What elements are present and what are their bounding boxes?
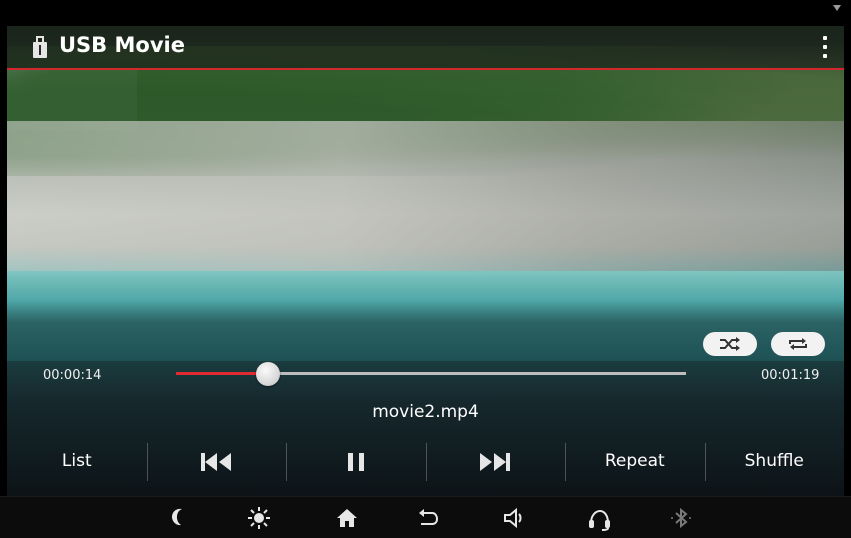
bluetooth-icon [671, 507, 691, 529]
skip-previous-icon [201, 453, 232, 471]
now-playing-filename: movie2.mp4 [372, 402, 479, 422]
playback-controls: List Repeat Shuffle [7, 435, 844, 492]
pause-icon [347, 453, 364, 471]
back-button[interactable] [415, 505, 441, 531]
video-cliff [7, 121, 844, 276]
seek-bar-thumb[interactable] [255, 362, 280, 386]
title-bar: USB Movie [7, 26, 844, 70]
overflow-menu-icon[interactable] [820, 35, 830, 61]
list-button[interactable]: List [7, 435, 147, 492]
repeat-icon [789, 338, 807, 350]
repeat-button[interactable]: Repeat [565, 435, 705, 492]
back-icon [419, 509, 439, 525]
shuffle-button[interactable]: Shuffle [705, 435, 845, 492]
brightness-icon [248, 507, 270, 529]
skip-next-icon [480, 453, 511, 471]
night-mode-button[interactable] [166, 505, 192, 531]
pause-button[interactable] [286, 435, 426, 492]
voice-control-button[interactable] [587, 505, 613, 531]
shuffle-button-label: Shuffle [744, 451, 804, 471]
wifi-signal-icon [833, 5, 841, 11]
seek-bar-fill [176, 372, 268, 375]
volume-button[interactable] [501, 505, 527, 531]
seek-bar[interactable] [176, 362, 686, 386]
repeat-button-label: Repeat [604, 451, 665, 471]
voice-control-icon [589, 509, 610, 531]
next-button[interactable] [426, 435, 566, 492]
brightness-button[interactable] [246, 505, 272, 531]
elapsed-time: 00:00:14 [43, 368, 102, 383]
list-button-label: List [61, 451, 92, 471]
overlay-gradient [7, 300, 844, 322]
system-navigation-bar [0, 496, 851, 538]
shuffle-mode-button[interactable] [703, 332, 757, 356]
shuffle-icon [720, 337, 740, 351]
total-time: 00:01:19 [761, 368, 820, 383]
page-title: USB Movie [59, 33, 185, 57]
status-bar [0, 0, 851, 26]
moon-icon [172, 508, 182, 526]
screen: USB Movie 00:00:14 00:01:19 movie2.mp4 L… [0, 0, 851, 538]
bluetooth-button[interactable] [668, 505, 694, 531]
usb-icon [33, 36, 47, 58]
previous-button[interactable] [147, 435, 287, 492]
repeat-mode-button[interactable] [771, 332, 825, 356]
volume-icon [504, 507, 522, 529]
home-button[interactable] [334, 505, 360, 531]
home-icon [337, 509, 357, 527]
